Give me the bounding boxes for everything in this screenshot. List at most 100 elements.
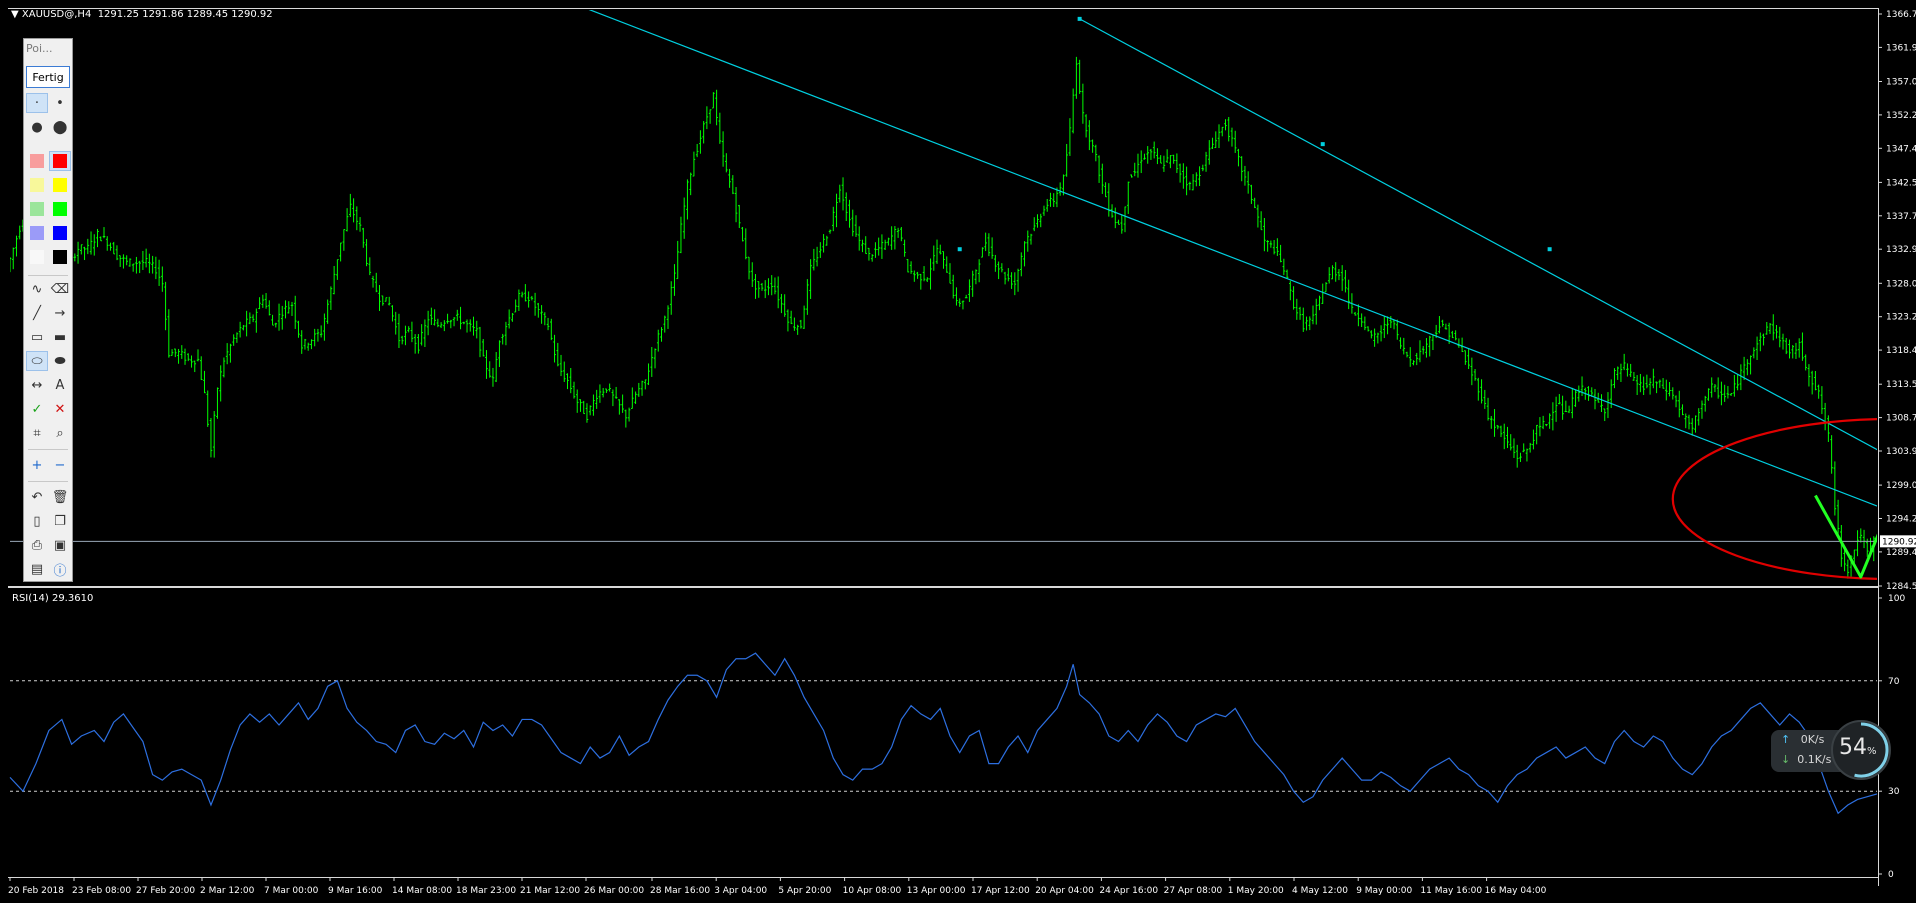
time-tick-label: 4 May 12:00: [1292, 886, 1348, 896]
channel-anchor-point: [957, 247, 962, 252]
time-tick-label: 18 Mar 23:00: [456, 886, 516, 896]
time-tick-label: 1 May 20:00: [1228, 886, 1284, 896]
price-tick-label: 1342.50: [1886, 178, 1916, 188]
arrow-icon[interactable]: →: [49, 303, 71, 323]
minus-icon[interactable]: −: [49, 455, 71, 475]
price-tick-label: 1318.40: [1886, 346, 1916, 356]
time-tick-label: 9 Mar 16:00: [328, 886, 383, 896]
highlight-ellipse: [1671, 418, 1877, 580]
current-price-label: 1290.92: [1882, 537, 1916, 547]
dot-brush-icon[interactable]: •: [49, 93, 71, 113]
medium-brush-icon[interactable]: ●: [26, 117, 48, 137]
price-tick-label: 1337.70: [1886, 212, 1916, 222]
time-tick-label: 17 Apr 12:00: [971, 886, 1030, 896]
zoom-icon[interactable]: ⌕: [49, 423, 71, 443]
swatch-fill: [30, 178, 44, 192]
color-swatch[interactable]: [26, 199, 48, 219]
time-tick-label: 28 Mar 16:00: [650, 886, 710, 896]
channel-anchor-point: [1320, 142, 1325, 147]
candles: [10, 56, 1876, 579]
price-panel: [10, 10, 1877, 580]
swatch-fill: [53, 226, 67, 240]
price-tick-label: 1352.20: [1886, 111, 1916, 121]
color-swatch[interactable]: [26, 175, 48, 195]
swatch-fill: [53, 250, 67, 264]
color-swatch[interactable]: [49, 175, 71, 195]
crop-icon[interactable]: ⌗: [26, 423, 48, 443]
time-tick-label: 13 Apr 00:00: [907, 886, 966, 896]
color-swatch[interactable]: [49, 199, 71, 219]
screenshot-icon[interactable]: ▤: [26, 559, 48, 579]
chart-window[interactable]: ▼ XAUUSD@,H4 1291.25 1291.86 1289.45 129…: [0, 0, 1916, 903]
price-tick-label: 1366.70: [1886, 10, 1916, 20]
time-tick-label: 20 Apr 04:00: [1035, 886, 1094, 896]
line-icon[interactable]: ╱: [26, 303, 48, 323]
color-swatch[interactable]: [26, 151, 48, 171]
time-tick-label: 24 Apr 16:00: [1099, 886, 1158, 896]
filled-ellipse-icon[interactable]: ⬬: [49, 351, 71, 371]
filled-rectangle-icon[interactable]: ▬: [49, 327, 71, 347]
upload-speed: ↑ 0K/s: [1781, 733, 1825, 746]
copy-icon[interactable]: ❐: [49, 511, 71, 531]
price-tick-label: 1347.40: [1886, 144, 1916, 154]
color-swatch[interactable]: [49, 223, 71, 243]
download-speed: ↓ 0.1K/s: [1781, 753, 1832, 766]
network-speed-widget[interactable]: ↑ 0K/s ↓ 0.1K/s 54%: [1771, 720, 1895, 784]
done-button[interactable]: Fertig: [26, 66, 70, 88]
download-arrow-icon: ↓: [1781, 753, 1791, 766]
time-tick-label: 5 Apr 20:00: [778, 886, 831, 896]
channel-anchor-point: [1547, 247, 1552, 252]
time-tick-label: 9 May 00:00: [1356, 886, 1412, 896]
ellipse-icon[interactable]: ⬭: [26, 351, 48, 371]
price-tick-label: 1289.40: [1886, 548, 1916, 558]
rsi-tick-label: 100: [1888, 594, 1905, 604]
cross-icon[interactable]: ✕: [49, 399, 71, 419]
price-tick-label: 1303.90: [1886, 447, 1916, 457]
price-tick-label: 1332.90: [1886, 245, 1916, 255]
time-tick-label: 3 Apr 04:00: [714, 886, 767, 896]
time-tick-label: 26 Mar 00:00: [584, 886, 644, 896]
time-tick-label: 10 Apr 08:00: [843, 886, 902, 896]
plus-icon[interactable]: +: [26, 455, 48, 475]
swatch-fill: [30, 250, 44, 264]
price-tick-label: 1357.00: [1886, 77, 1916, 87]
rectangle-icon[interactable]: ▭: [26, 327, 48, 347]
color-swatch[interactable]: [26, 223, 48, 243]
color-swatch[interactable]: [26, 247, 48, 267]
eraser-icon[interactable]: ⌫: [49, 279, 71, 299]
time-tick-label: 23 Feb 08:00: [72, 886, 131, 896]
swatch-fill: [30, 226, 44, 240]
price-tick-label: 1328.00: [1886, 279, 1916, 289]
trash-icon[interactable]: 🗑: [49, 487, 71, 507]
swatch-fill: [53, 178, 67, 192]
double-arrow-icon[interactable]: ↔: [26, 375, 48, 395]
upload-arrow-icon: ↑: [1781, 733, 1791, 746]
rsi-line: [9, 652, 1878, 815]
color-swatch[interactable]: [49, 151, 71, 171]
trend-channel-line: [1079, 18, 1877, 451]
print-icon[interactable]: ⎙: [26, 535, 48, 555]
swatch-fill: [30, 154, 44, 168]
large-brush-icon[interactable]: ⬤: [49, 117, 71, 137]
time-tick-label: 7 Mar 00:00: [264, 886, 319, 896]
chart-canvas[interactable]: 1366.70 1361.90 1357.00 1352.20 1347.40 1342.…: [0, 0, 1916, 903]
drawing-toolbar: Poi... Fertig · • ● ⬤ ∿ ⌫ ╱ → ▭ ▬ ⬭ ⬬ ↔ A ✓ ✕ ⌗ ⌕ + − ↶ 🗑 ▯ ❐ ⎙ ▣…: [23, 38, 73, 582]
time-tick-label: 27 Apr 08:00: [1164, 886, 1223, 896]
freehand-icon[interactable]: ∿: [26, 279, 48, 299]
price-tick-label: 1361.90: [1886, 43, 1916, 53]
new-document-icon[interactable]: ▯: [26, 511, 48, 531]
undo-icon[interactable]: ↶: [26, 487, 48, 507]
rsi-tick-label: 70: [1888, 677, 1900, 687]
check-icon[interactable]: ✓: [26, 399, 48, 419]
time-tick-label: 21 Mar 12:00: [520, 886, 580, 896]
color-swatch[interactable]: [49, 247, 71, 267]
cpu-percent: 54%: [1839, 735, 1877, 760]
fine-brush-icon[interactable]: ·: [26, 93, 48, 113]
time-tick-label: 11 May 16:00: [1420, 886, 1482, 896]
rsi-tick-label: 0: [1888, 870, 1894, 880]
text-icon[interactable]: A: [49, 375, 71, 395]
save-icon[interactable]: ▣: [49, 535, 71, 555]
toolbar-separator: [28, 275, 68, 276]
info-icon[interactable]: ⓘ: [49, 559, 71, 579]
toolbar-title[interactable]: Poi...: [26, 42, 53, 55]
